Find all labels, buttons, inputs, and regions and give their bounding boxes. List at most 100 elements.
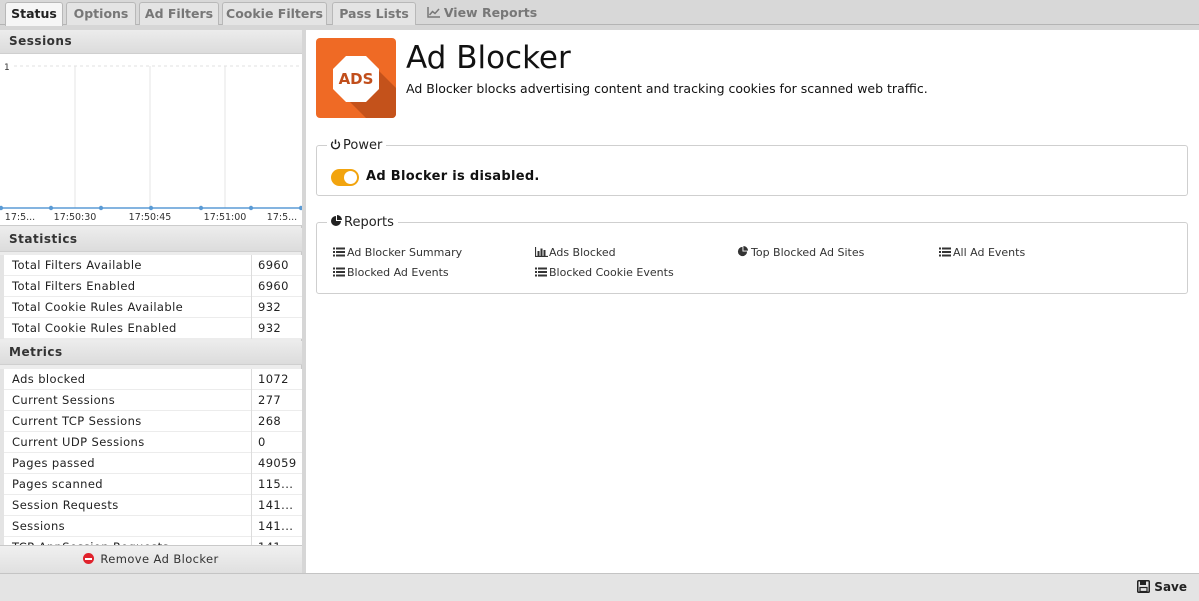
sessions-data-point <box>298 205 302 211</box>
metric-label: Session Requests <box>0 495 251 516</box>
metrics-table: Ads blocked 1072 Current Sessions 277 Curren… <box>0 369 302 545</box>
sessions-data-point <box>48 205 54 211</box>
save-button[interactable]: Save <box>1137 580 1187 594</box>
metric-row: Session Requests 141... <box>0 495 302 516</box>
statistic-label: Total Cookie Rules Available <box>0 297 251 318</box>
metric-label: TCP AppSession Requests <box>0 537 251 545</box>
tab-view-reports[interactable]: View Reports <box>424 2 540 25</box>
ads-icon-text: ADS <box>339 70 374 88</box>
metric-value: 141... <box>251 516 302 537</box>
list-icon <box>333 267 345 277</box>
power-icon <box>330 139 341 150</box>
tab-cookie-filters-label: Cookie Filters <box>226 6 323 21</box>
x-tick-label: 17:5... <box>5 212 35 223</box>
sessions-chart-svg: 1 17:5... 17:50:30 17:50:45 17:51:00 17:5... <box>0 63 302 223</box>
power-legend: Power <box>327 138 386 153</box>
metric-label: Ads blocked <box>0 369 251 390</box>
statistic-value: 932 <box>251 318 302 339</box>
page-title: Ad Blocker <box>406 40 571 76</box>
tab-cookie-filters[interactable]: Cookie Filters <box>222 2 327 25</box>
reports-legend: Reports <box>327 215 398 230</box>
metric-row: Pages scanned 115... <box>0 474 302 495</box>
tab-ad-filters[interactable]: Ad Filters <box>139 2 219 25</box>
sessions-data-point <box>198 205 204 211</box>
report-link-label: Top Blocked Ad Sites <box>751 246 865 259</box>
metric-label: Pages passed <box>0 453 251 474</box>
metric-label: Current UDP Sessions <box>0 432 251 453</box>
list-icon <box>939 247 951 257</box>
metric-value: 0 <box>251 432 302 453</box>
metric-value: 1072 <box>251 369 302 390</box>
metrics-heading: Metrics <box>0 341 302 365</box>
x-tick-label: 17:51:00 <box>204 212 247 223</box>
y-tick-label: 1 <box>4 63 10 73</box>
sessions-chart: 1 17:5... 17:50:30 17:50:45 17:51:00 17:5... <box>0 54 302 226</box>
tab-status-label: Status <box>11 6 57 21</box>
report-link-label: Ads Blocked <box>549 246 616 259</box>
statistic-row: Total Filters Enabled 6960 <box>0 276 302 297</box>
metric-value: 141... <box>251 495 302 516</box>
metrics-scroll-area[interactable]: Ads blocked 1072 Current Sessions 277 Curren… <box>0 369 302 545</box>
minus-circle-icon <box>83 553 95 564</box>
statistics-heading: Statistics <box>0 228 302 252</box>
pie-chart-icon <box>331 215 342 226</box>
statistic-row: Total Cookie Rules Enabled 932 <box>0 318 302 339</box>
list-icon <box>333 247 345 257</box>
metric-value: 277 <box>251 390 302 411</box>
report-link-label: All Ad Events <box>953 246 1026 259</box>
sessions-data-point <box>248 205 254 211</box>
sessions-data-point <box>98 205 104 211</box>
tab-ad-filters-label: Ad Filters <box>144 6 214 21</box>
report-link-top-blocked-ad-sites[interactable]: Top Blocked Ad Sites <box>737 246 864 259</box>
toggle-knob <box>344 171 357 184</box>
metric-value: 141... <box>251 537 302 545</box>
report-link-all-ad-events[interactable]: All Ad Events <box>939 246 1025 259</box>
bar-chart-icon <box>534 247 548 258</box>
metric-label: Sessions <box>0 516 251 537</box>
statistic-value: 6960 <box>251 255 302 276</box>
reports-section: Reports Ad Blocker Summary Ads Blocked Top… <box>316 215 1188 294</box>
statistic-row: Total Cookie Rules Available 932 <box>0 297 302 318</box>
metric-label: Current TCP Sessions <box>0 411 251 432</box>
metric-label: Pages scanned <box>0 474 251 495</box>
power-legend-label: Power <box>343 138 383 153</box>
metric-row: Pages passed 49059 <box>0 453 302 474</box>
floppy-disk-icon <box>1137 580 1151 593</box>
metric-value: 268 <box>251 411 302 432</box>
report-link-ad-blocker-summary[interactable]: Ad Blocker Summary <box>333 246 462 259</box>
x-tick-label: 17:50:30 <box>54 212 97 223</box>
sessions-data-point <box>148 205 154 211</box>
report-link-ads-blocked[interactable]: Ads Blocked <box>534 246 616 259</box>
pie-chart-icon <box>737 246 749 257</box>
tab-status[interactable]: Status <box>5 2 63 26</box>
tab-pass-lists[interactable]: Pass Lists <box>332 2 416 25</box>
app-main-panel: ADS Ad Blocker Ad Blocker blocks adverti… <box>306 30 1199 573</box>
report-link-label: Blocked Cookie Events <box>549 266 674 279</box>
statistic-label: Total Cookie Rules Enabled <box>0 318 251 339</box>
metric-label: Current Sessions <box>0 390 251 411</box>
power-toggle[interactable] <box>331 169 359 186</box>
report-link-blocked-cookie-events[interactable]: Blocked Cookie Events <box>535 266 674 279</box>
bottom-toolbar: Save <box>0 573 1199 601</box>
sessions-data-point <box>0 205 4 211</box>
remove-app-button[interactable]: Remove Ad Blocker <box>0 545 302 573</box>
statistic-value: 932 <box>251 297 302 318</box>
tab-options-label: Options <box>73 6 129 21</box>
statistic-value: 6960 <box>251 276 302 297</box>
statistic-label: Total Filters Available <box>0 255 251 276</box>
ad-blocker-app-icon: ADS <box>316 38 396 118</box>
remove-app-label: Remove Ad Blocker <box>100 552 219 566</box>
tab-options[interactable]: Options <box>66 2 136 25</box>
statistic-row: Total Filters Available 6960 <box>0 255 302 276</box>
metric-row: Current UDP Sessions 0 <box>0 432 302 453</box>
list-icon <box>535 267 547 277</box>
metric-row: TCP AppSession Requests141... <box>0 537 302 545</box>
statistic-label: Total Filters Enabled <box>0 276 251 297</box>
reports-legend-label: Reports <box>344 215 394 230</box>
metric-row: Sessions 141... <box>0 516 302 537</box>
line-chart-icon <box>427 3 440 24</box>
report-link-blocked-ad-events[interactable]: Blocked Ad Events <box>333 266 449 279</box>
tab-view-reports-label: View Reports <box>443 5 538 20</box>
power-section: Power Ad Blocker is disabled. <box>316 138 1188 196</box>
metric-row: Current Sessions 277 <box>0 390 302 411</box>
